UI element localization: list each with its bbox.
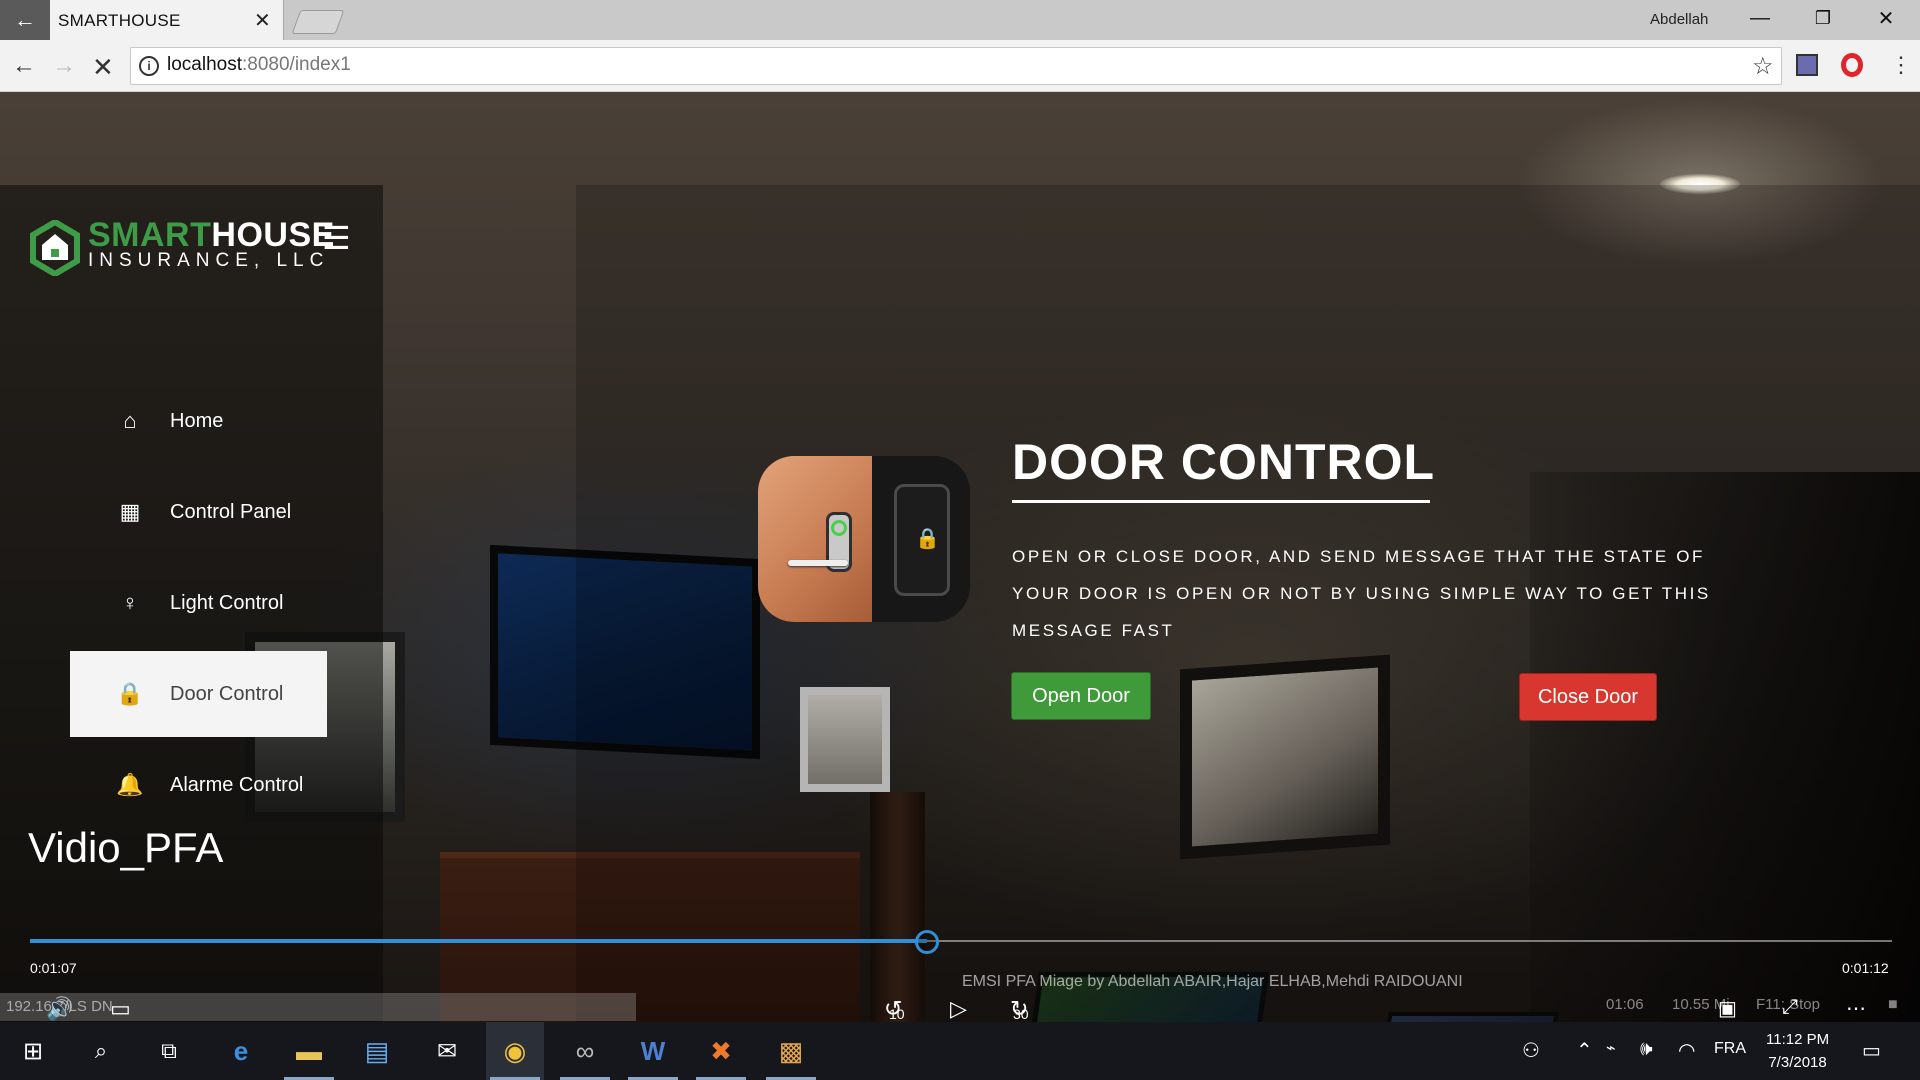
site-info-icon[interactable]: i [139, 56, 159, 76]
browser-menu-icon[interactable]: ⋮ [1890, 52, 1912, 78]
sidebar-item-label: Alarme Control [170, 773, 304, 796]
lock-indicator [831, 520, 847, 536]
bell-icon: 🔔 [116, 772, 144, 797]
clock-date: 7/3/2018 [1768, 1054, 1827, 1071]
clock-time: 11:12 PM [1766, 1031, 1830, 1048]
people-icon[interactable]: ⚇ [1522, 1038, 1540, 1063]
window-close-icon[interactable]: ✕ [1856, 0, 1916, 36]
phone-lock-icon: 🔒 [915, 528, 940, 550]
video-credits: EMSI PFA Miage by Abdellah ABAIR,Hajar E… [962, 973, 1463, 990]
sidebar-item-alarme-control[interactable]: 🔔 Alarme Control [70, 742, 327, 828]
windows-start-icon[interactable]: ⊞ [4, 1022, 62, 1080]
lock-icon: 🔒 [116, 681, 144, 706]
mail-icon[interactable]: ✉ [418, 1022, 476, 1080]
miniview-icon[interactable]: ▣ [1718, 996, 1737, 1021]
sidebar-item-label: Home [170, 409, 224, 432]
address-bar[interactable] [130, 47, 1782, 85]
sidebar-item-control-panel[interactable]: ▦ Control Panel [70, 469, 327, 555]
close-door-button[interactable]: Close Door [1519, 673, 1657, 721]
network-icon[interactable]: ⌁ [1606, 1038, 1616, 1058]
sidebar-item-label: Light Control [170, 591, 284, 614]
page-title: DOOR CONTROL [1012, 434, 1436, 490]
fullscreen-exit-icon[interactable]: ⤢ [1782, 996, 1798, 1019]
chrome-icon[interactable]: ◉ [486, 1022, 544, 1080]
wood-door-panel [758, 456, 872, 622]
video-title: Vidio_PFA [28, 824, 224, 871]
forward-arrow-icon[interactable]: → [52, 52, 76, 80]
language-indicator[interactable]: FRA [1714, 1040, 1746, 1058]
back-arrow-icon[interactable]: ← [12, 52, 36, 80]
sidebar-item-door-control[interactable]: 🔒 Door Control [70, 651, 327, 737]
sidebar-item-light-control[interactable]: ♀ Light Control [70, 560, 327, 646]
minimize-icon[interactable]: — [1730, 0, 1790, 36]
smart-lock-app-icon: 🔒 [758, 456, 970, 622]
show-hidden-icons-icon[interactable]: ⌃ [1576, 1038, 1593, 1063]
open-door-button[interactable]: Open Door [1011, 672, 1151, 720]
store-icon[interactable]: ▤ [348, 1022, 406, 1080]
opera-extension-icon[interactable] [1841, 53, 1863, 77]
video-progress-fill [30, 939, 928, 943]
page-description: Open or close door, and send message tha… [1012, 547, 1711, 640]
subtitles-icon[interactable]: ▭ [110, 996, 131, 1022]
restore-icon[interactable]: ❐ [1793, 0, 1853, 36]
file-explorer-icon[interactable]: ▬ [280, 1022, 338, 1080]
extension-icon[interactable] [1796, 54, 1818, 76]
url-text[interactable]: localhost:8080/index1 [167, 54, 351, 76]
rewind-label: 10 [889, 1006, 905, 1022]
more-options-icon[interactable]: ⋯ [1846, 996, 1866, 1021]
forward-label: 30 [1013, 1006, 1029, 1022]
overlay-time: 01:06 [1606, 996, 1644, 1013]
volume-icon[interactable]: 🔊 [46, 996, 73, 1022]
edge-icon[interactable]: e [212, 1022, 270, 1080]
xampp-icon[interactable]: ✖ [692, 1022, 750, 1080]
clock[interactable]: 11:12 PM 7/3/2018 [1766, 1028, 1829, 1074]
house-logo-icon [30, 220, 80, 276]
elapsed-time: 0:01:07 [30, 960, 77, 976]
stop-loading-icon[interactable]: ✕ [92, 52, 114, 83]
task-view-icon[interactable]: ⧉ [140, 1022, 198, 1080]
browser-tab-bar [0, 0, 1920, 40]
sidebar-item-label: Door Control [170, 682, 284, 705]
lightbulb-icon: ♀ [121, 590, 139, 615]
remaining-time: 0:01:12 [1842, 960, 1889, 976]
title-underline [1012, 500, 1430, 503]
door-handle [788, 560, 848, 566]
notifications-icon[interactable]: ▭ [1862, 1038, 1881, 1063]
game-app-icon[interactable]: ▩ [762, 1022, 820, 1080]
new-tab-button[interactable] [291, 10, 345, 34]
grid-icon: ▦ [119, 499, 141, 524]
sidebar-item-label: Control Panel [170, 500, 292, 523]
logo-subtitle: INSURANCE, LLC [88, 250, 330, 271]
wifi-icon[interactable]: ◠ [1678, 1038, 1695, 1063]
play-icon[interactable]: ▷ [950, 996, 967, 1022]
search-icon[interactable]: ⌕ [72, 1022, 130, 1080]
tab-close-icon[interactable]: ✕ [254, 8, 271, 33]
bookmark-star-icon[interactable]: ☆ [1752, 52, 1774, 81]
tab-title: SMARTHOUSE [58, 11, 181, 30]
volume-tray-icon[interactable]: 🕪 [1640, 1038, 1653, 1061]
profile-name[interactable]: Abdellah [1650, 11, 1708, 28]
hamburger-menu-icon[interactable]: ☰ [322, 222, 351, 254]
stop-icon[interactable]: ■ [1888, 996, 1898, 1014]
home-icon: ⌂ [123, 408, 137, 433]
tab-back-arrow-icon[interactable]: ← [0, 0, 50, 40]
sidebar-item-home[interactable]: ⌂ Home [70, 378, 327, 464]
word-icon[interactable]: W [624, 1022, 682, 1080]
media-app-icon[interactable]: ∞ [556, 1022, 614, 1080]
